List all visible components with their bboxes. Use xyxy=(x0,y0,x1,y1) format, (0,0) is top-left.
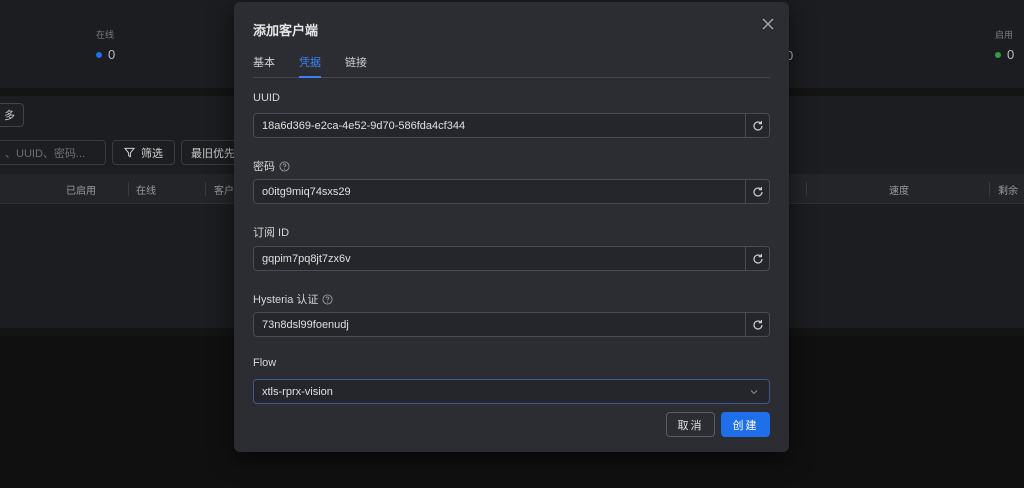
refresh-icon xyxy=(752,319,763,330)
flow-label: Flow xyxy=(253,357,276,369)
password-value[interactable]: o0itg9miq74sxs29 xyxy=(254,186,745,198)
th-separator xyxy=(806,182,807,196)
refresh-icon xyxy=(752,120,763,131)
subscription-id-field[interactable]: gqpim7pq8jt7zx6v xyxy=(253,246,770,271)
add-client-modal: 添加客户端 基本 凭据 链接 UUID 18a6d369-e2ca-4e52-9… xyxy=(234,2,789,452)
uuid-field[interactable]: 18a6d369-e2ca-4e52-9d70-586fda4cf344 xyxy=(253,113,770,138)
filter-icon xyxy=(124,147,135,158)
modal-title: 添加客户端 xyxy=(253,23,319,38)
flow-label-text: Flow xyxy=(253,357,277,369)
cancel-button[interactable]: 取消 xyxy=(666,412,715,437)
th-online[interactable]: 在线 xyxy=(136,174,156,204)
modal-tabs: 基本 凭据 链接 xyxy=(253,52,770,78)
stat-enabled-label: 启用 xyxy=(995,30,1014,40)
password-regenerate-button[interactable] xyxy=(745,180,769,203)
refresh-icon xyxy=(752,186,763,197)
stat-enabled-value-row: 0 xyxy=(995,47,1014,62)
enabled-dot-icon xyxy=(995,51,1001,58)
th-separator xyxy=(205,182,206,196)
tab-links[interactable]: 链接 xyxy=(345,54,367,70)
stat-online-value-row: 0 xyxy=(96,47,115,62)
stat-online: 在线 0 xyxy=(96,28,115,62)
uuid-label-text: UUID xyxy=(253,92,280,104)
hysteria-auth-regenerate-button[interactable] xyxy=(745,313,769,336)
online-dot-icon xyxy=(96,51,102,58)
tab-credentials[interactable]: 凭据 xyxy=(299,54,321,70)
th-client[interactable]: 客户 xyxy=(214,174,234,204)
stat-online-value: 0 xyxy=(108,47,116,62)
filter-label: 筛选 xyxy=(141,147,163,160)
flow-select[interactable]: xtls-rprx-vision xyxy=(253,379,770,404)
close-button[interactable] xyxy=(759,15,777,33)
th-separator xyxy=(128,182,129,196)
uuid-value[interactable]: 18a6d369-e2ca-4e52-9d70-586fda4cf344 xyxy=(254,120,745,132)
subscription-id-label: 订阅 ID xyxy=(253,224,289,240)
create-button[interactable]: 创建 xyxy=(721,412,770,437)
more-button[interactable]: 多 xyxy=(0,103,24,127)
uuid-regenerate-button[interactable] xyxy=(745,114,769,137)
th-separator xyxy=(989,182,990,196)
filter-button[interactable]: 筛选 xyxy=(112,140,175,165)
hysteria-auth-label-text: Hysteria 认证 xyxy=(253,294,319,306)
th-enabled[interactable]: 已启用 xyxy=(66,174,96,204)
chevron-down-icon xyxy=(750,389,758,394)
refresh-icon xyxy=(752,253,763,264)
subscription-id-regenerate-button[interactable] xyxy=(745,247,769,270)
hysteria-auth-value[interactable]: 73n8dsl99foenudj xyxy=(254,319,745,331)
stat-enabled: 启用 0 xyxy=(995,28,1014,62)
hysteria-auth-field[interactable]: 73n8dsl99foenudj xyxy=(253,312,770,337)
stat-online-label: 在线 xyxy=(96,30,115,40)
sort-button[interactable]: 最旧优先 xyxy=(181,140,241,165)
subscription-id-label-text: 订阅 ID xyxy=(253,227,290,239)
subscription-id-value[interactable]: gqpim7pq8jt7zx6v xyxy=(254,253,745,265)
search-input[interactable]: 、UUID、密码... xyxy=(0,140,106,165)
tab-basic[interactable]: 基本 xyxy=(253,54,275,70)
password-field[interactable]: o0itg9miq74sxs29 xyxy=(253,179,770,204)
flow-selected-value: xtls-rprx-vision xyxy=(262,385,333,398)
uuid-label: UUID xyxy=(253,92,280,104)
help-icon[interactable] xyxy=(279,160,290,172)
tab-active-indicator xyxy=(299,76,321,78)
hysteria-auth-label: Hysteria 认证 xyxy=(253,291,333,307)
password-label: 密码 xyxy=(253,158,290,174)
help-icon[interactable] xyxy=(322,293,333,305)
close-icon xyxy=(762,18,774,30)
th-remaining[interactable]: 剩余 xyxy=(998,174,1018,204)
stat-enabled-value: 0 xyxy=(1007,47,1015,62)
password-label-text: 密码 xyxy=(253,161,275,173)
th-speed[interactable]: 速度 xyxy=(889,174,909,204)
